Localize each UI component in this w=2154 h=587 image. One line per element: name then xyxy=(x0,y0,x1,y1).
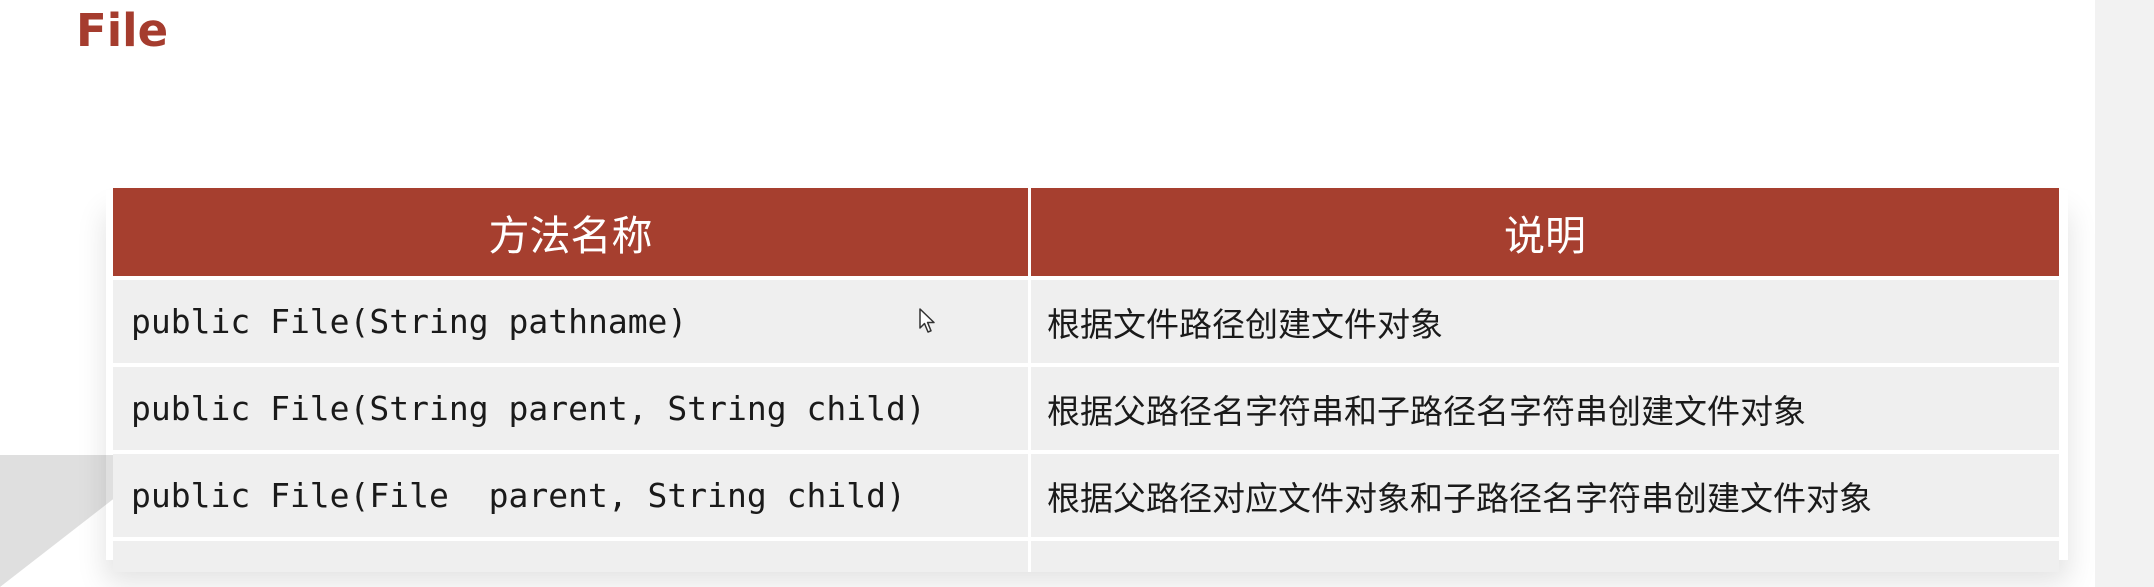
table-row: public File(String parent, String child)… xyxy=(113,363,2059,450)
mouse-pointer-icon xyxy=(919,308,935,333)
method-signature: public File(String pathname) xyxy=(131,302,688,341)
method-description: 根据父路径对应文件对象和子路径名字符串创建文件对象 xyxy=(1047,478,1872,518)
table-row-partial xyxy=(113,537,2059,572)
method-signature: public File(String parent, String child) xyxy=(131,389,926,428)
method-description: 根据父路径名字符串和子路径名字符串创建文件对象 xyxy=(1047,391,1806,431)
header-description: 说明 xyxy=(1504,212,1586,260)
table-row: public File(File parent, String child) 根… xyxy=(113,450,2059,537)
right-margin xyxy=(2095,0,2154,587)
method-signature: public File(File parent, String child) xyxy=(131,476,906,515)
slide-title: File xyxy=(76,4,169,57)
empty-cell xyxy=(1031,541,2059,572)
methods-table: 方法名称 说明 public File(String pathname) 根据文… xyxy=(113,188,2059,572)
header-method-name: 方法名称 xyxy=(488,212,653,260)
empty-cell xyxy=(113,541,1028,572)
table-row: public File(String pathname) 根据文件路径创建文件对… xyxy=(113,276,2059,363)
table-header-row: 方法名称 说明 xyxy=(113,188,2059,276)
method-description: 根据文件路径创建文件对象 xyxy=(1047,304,1443,344)
